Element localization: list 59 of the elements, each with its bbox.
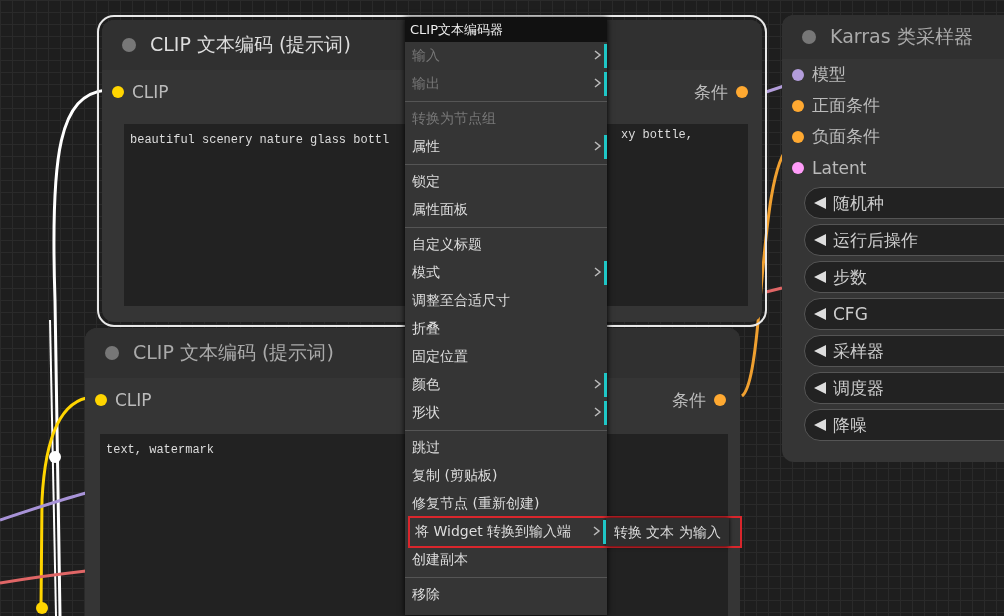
slot-dot[interactable] [792,68,804,81]
slot-dot[interactable] [792,99,804,112]
slot-dot[interactable] [112,86,124,98]
left-arrow-icon[interactable] [813,270,827,284]
menu-item[interactable]: 属性面板 [405,196,607,224]
menu-item[interactable]: 创建副本 [405,546,607,574]
prompt-text: beautiful scenery nature glass bottl [130,133,390,147]
menu-item[interactable]: 颜色 [405,371,607,399]
input-label: Latent [812,157,867,178]
node-title: Karras 类采样器 [830,24,973,49]
widget-field[interactable]: CFG [804,298,1004,330]
menu-item[interactable]: 跳过 [405,434,607,462]
menu-item[interactable]: 形状 [405,399,607,427]
menu-item[interactable]: 自定义标题 [405,231,607,259]
menu-item[interactable]: 修复节点 (重新创建) [405,490,607,518]
slot-dot[interactable] [792,130,804,143]
widget-field[interactable]: 调度器 [804,372,1004,404]
menu-item[interactable]: 移除 [405,581,607,609]
widget-field[interactable]: 随机种 [804,187,1004,219]
collapse-dot-icon[interactable] [105,346,119,360]
menu-item[interactable]: 模式 [405,259,607,287]
left-arrow-icon[interactable] [813,233,827,247]
widget-field[interactable]: 步数 [804,261,1004,293]
menu-item[interactable]: 调整至合适尺寸 [405,287,607,315]
output-label: 条件 [672,388,706,412]
menu-item[interactable]: 固定位置 [405,343,607,371]
input-label: CLIP [132,82,169,102]
left-arrow-icon[interactable] [813,344,827,358]
node-title: CLIP 文本编码 (提示词) [150,32,351,57]
slot-dot[interactable] [792,161,804,174]
input-label: 正面条件 [812,94,880,117]
prompt-text: text, watermark [106,443,215,457]
left-arrow-icon[interactable] [813,418,827,432]
left-arrow-icon[interactable] [813,307,827,321]
submenu-item[interactable]: 转换 文本 为输入 [606,518,729,546]
menu-item[interactable]: 属性 [405,133,607,161]
left-arrow-icon[interactable] [813,196,827,210]
menu-item[interactable]: 折叠 [405,315,607,343]
collapse-dot-icon[interactable] [122,38,136,52]
left-arrow-icon[interactable] [813,381,827,395]
input-label: CLIP [115,390,152,410]
menu-item[interactable]: 锁定 [405,168,607,196]
slot-dot[interactable] [95,394,107,406]
input-label: 模型 [812,63,846,86]
collapse-dot-icon[interactable] [802,30,816,44]
widget-field[interactable]: 降噪 [804,409,1004,441]
slot-dot[interactable] [736,86,748,98]
reroute-dot[interactable] [36,602,48,614]
reroute-dot[interactable] [49,451,61,463]
widget-field[interactable]: 采样器 [804,335,1004,367]
output-label: 条件 [694,80,728,104]
menu-item[interactable]: 复制 (剪贴板) [405,462,607,490]
node-title: CLIP 文本编码 (提示词) [133,340,334,365]
menu-title: CLIP文本编码器 [405,18,607,42]
widget-field[interactable]: 运行后操作 [804,224,1004,256]
prompt-text: xy bottle, [621,128,693,142]
slot-dot[interactable] [714,394,726,406]
input-label: 负面条件 [812,125,880,148]
menu-item[interactable]: 将 Widget 转换到输入端 [410,518,606,546]
